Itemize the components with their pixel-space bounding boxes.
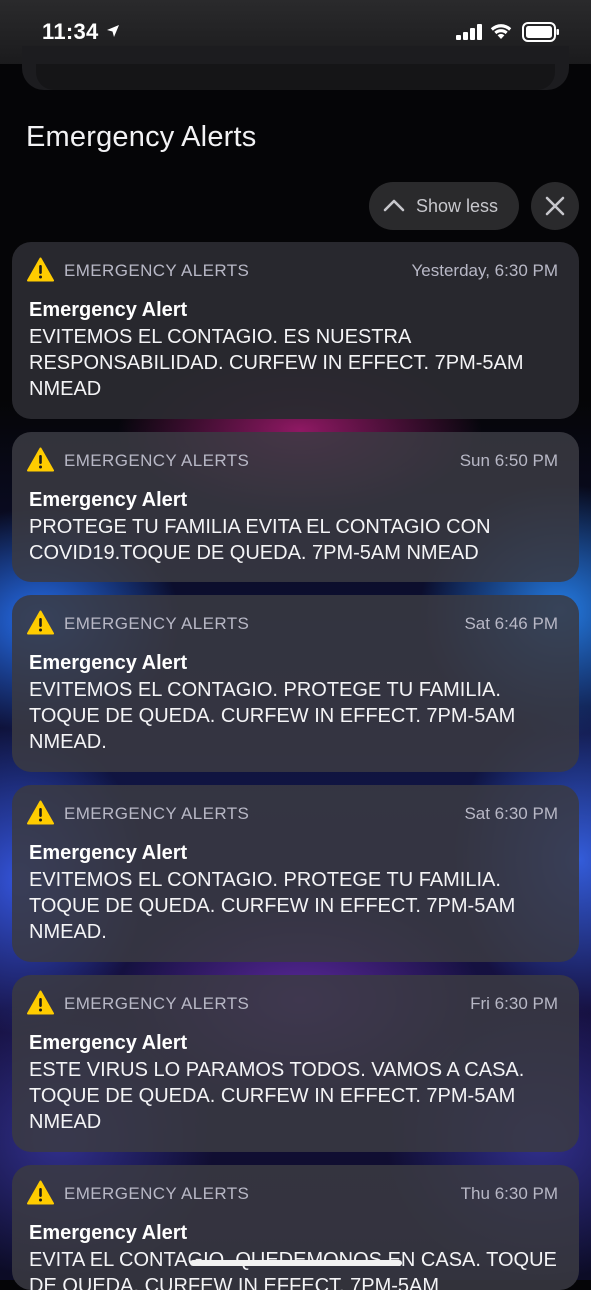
warning-triangle-icon — [27, 447, 54, 472]
notification-title: Emergency Alert — [29, 489, 188, 511]
notification-time: Yesterday, 6:30 PM — [411, 261, 558, 280]
wifi-icon — [490, 24, 512, 39]
notification-time: Sat 6:30 PM — [464, 804, 558, 823]
notification-time: Fri 6:30 PM — [470, 994, 558, 1013]
notification-card[interactable]: EMERGENCY ALERTS Fri 6:30 PM Emergency A… — [12, 975, 579, 1152]
chevron-up-icon — [383, 199, 405, 212]
notification-time: Thu 6:30 PM — [460, 1184, 558, 1203]
warning-triangle-icon — [27, 800, 54, 825]
show-less-label: Show less — [416, 196, 499, 216]
location-arrow-icon — [107, 25, 119, 37]
home-indicator[interactable] — [190, 1260, 402, 1266]
notification-body: ESTE VIRUS LO PARAMOS TODOS. VAMOS A CAS… — [29, 1059, 525, 1133]
warning-triangle-icon — [27, 610, 54, 635]
notification-app-name: EMERGENCY ALERTS — [64, 1184, 250, 1203]
warning-triangle-icon — [27, 257, 54, 282]
notification-title: Emergency Alert — [29, 1222, 188, 1244]
notification-app-name: EMERGENCY ALERTS — [64, 804, 250, 823]
notification-time: Sat 6:46 PM — [464, 614, 558, 633]
notification-app-name: EMERGENCY ALERTS — [64, 614, 250, 633]
notification-title: Emergency Alert — [29, 842, 188, 864]
clear-notifications-button[interactable] — [531, 182, 579, 230]
notification-body: EVITEMOS EL CONTAGIO. ES NUESTRA RESPONS… — [29, 326, 524, 400]
notification-app-name: EMERGENCY ALERTS — [64, 451, 250, 470]
warning-triangle-icon — [27, 1180, 54, 1205]
stacked-notification-edge-inner — [36, 64, 555, 90]
notification-title: Emergency Alert — [29, 652, 188, 674]
section-title: Emergency Alerts — [26, 121, 257, 153]
notification-title: Emergency Alert — [29, 299, 188, 321]
notification-card[interactable]: EMERGENCY ALERTS Sat 6:46 PM Emergency A… — [12, 595, 579, 772]
notification-body: EVITEMOS EL CONTAGIO. PROTEGE TU FAMILIA… — [29, 869, 516, 943]
notification-body: EVITA EL CONTAGIO. QUEDEMONOS EN CASA. T… — [29, 1249, 557, 1290]
warning-triangle-icon — [27, 990, 54, 1015]
notification-app-name: EMERGENCY ALERTS — [64, 994, 250, 1013]
notification-card[interactable]: EMERGENCY ALERTS Sun 6:50 PM Emergency A… — [12, 432, 579, 582]
notification-body: EVITEMOS EL CONTAGIO. PROTEGE TU FAMILIA… — [29, 679, 516, 753]
notification-title: Emergency Alert — [29, 1032, 188, 1054]
notification-time: Sun 6:50 PM — [459, 451, 558, 470]
close-icon — [545, 196, 565, 216]
show-less-button[interactable]: Show less — [369, 182, 519, 230]
status-time: 11:34 — [42, 19, 99, 44]
notification-card[interactable]: EMERGENCY ALERTS Yesterday, 6:30 PM Emer… — [12, 242, 579, 419]
notification-card[interactable]: EMERGENCY ALERTS Sat 6:30 PM Emergency A… — [12, 785, 579, 962]
notification-card[interactable]: EMERGENCY ALERTS Thu 6:30 PM Emergency A… — [12, 1165, 579, 1290]
cellular-signal-icon — [456, 24, 482, 40]
battery-icon — [522, 22, 559, 42]
notification-app-name: EMERGENCY ALERTS — [64, 261, 250, 280]
notification-body: PROTEGE TU FAMILIA EVITA EL CONTAGIO CON… — [29, 516, 491, 564]
